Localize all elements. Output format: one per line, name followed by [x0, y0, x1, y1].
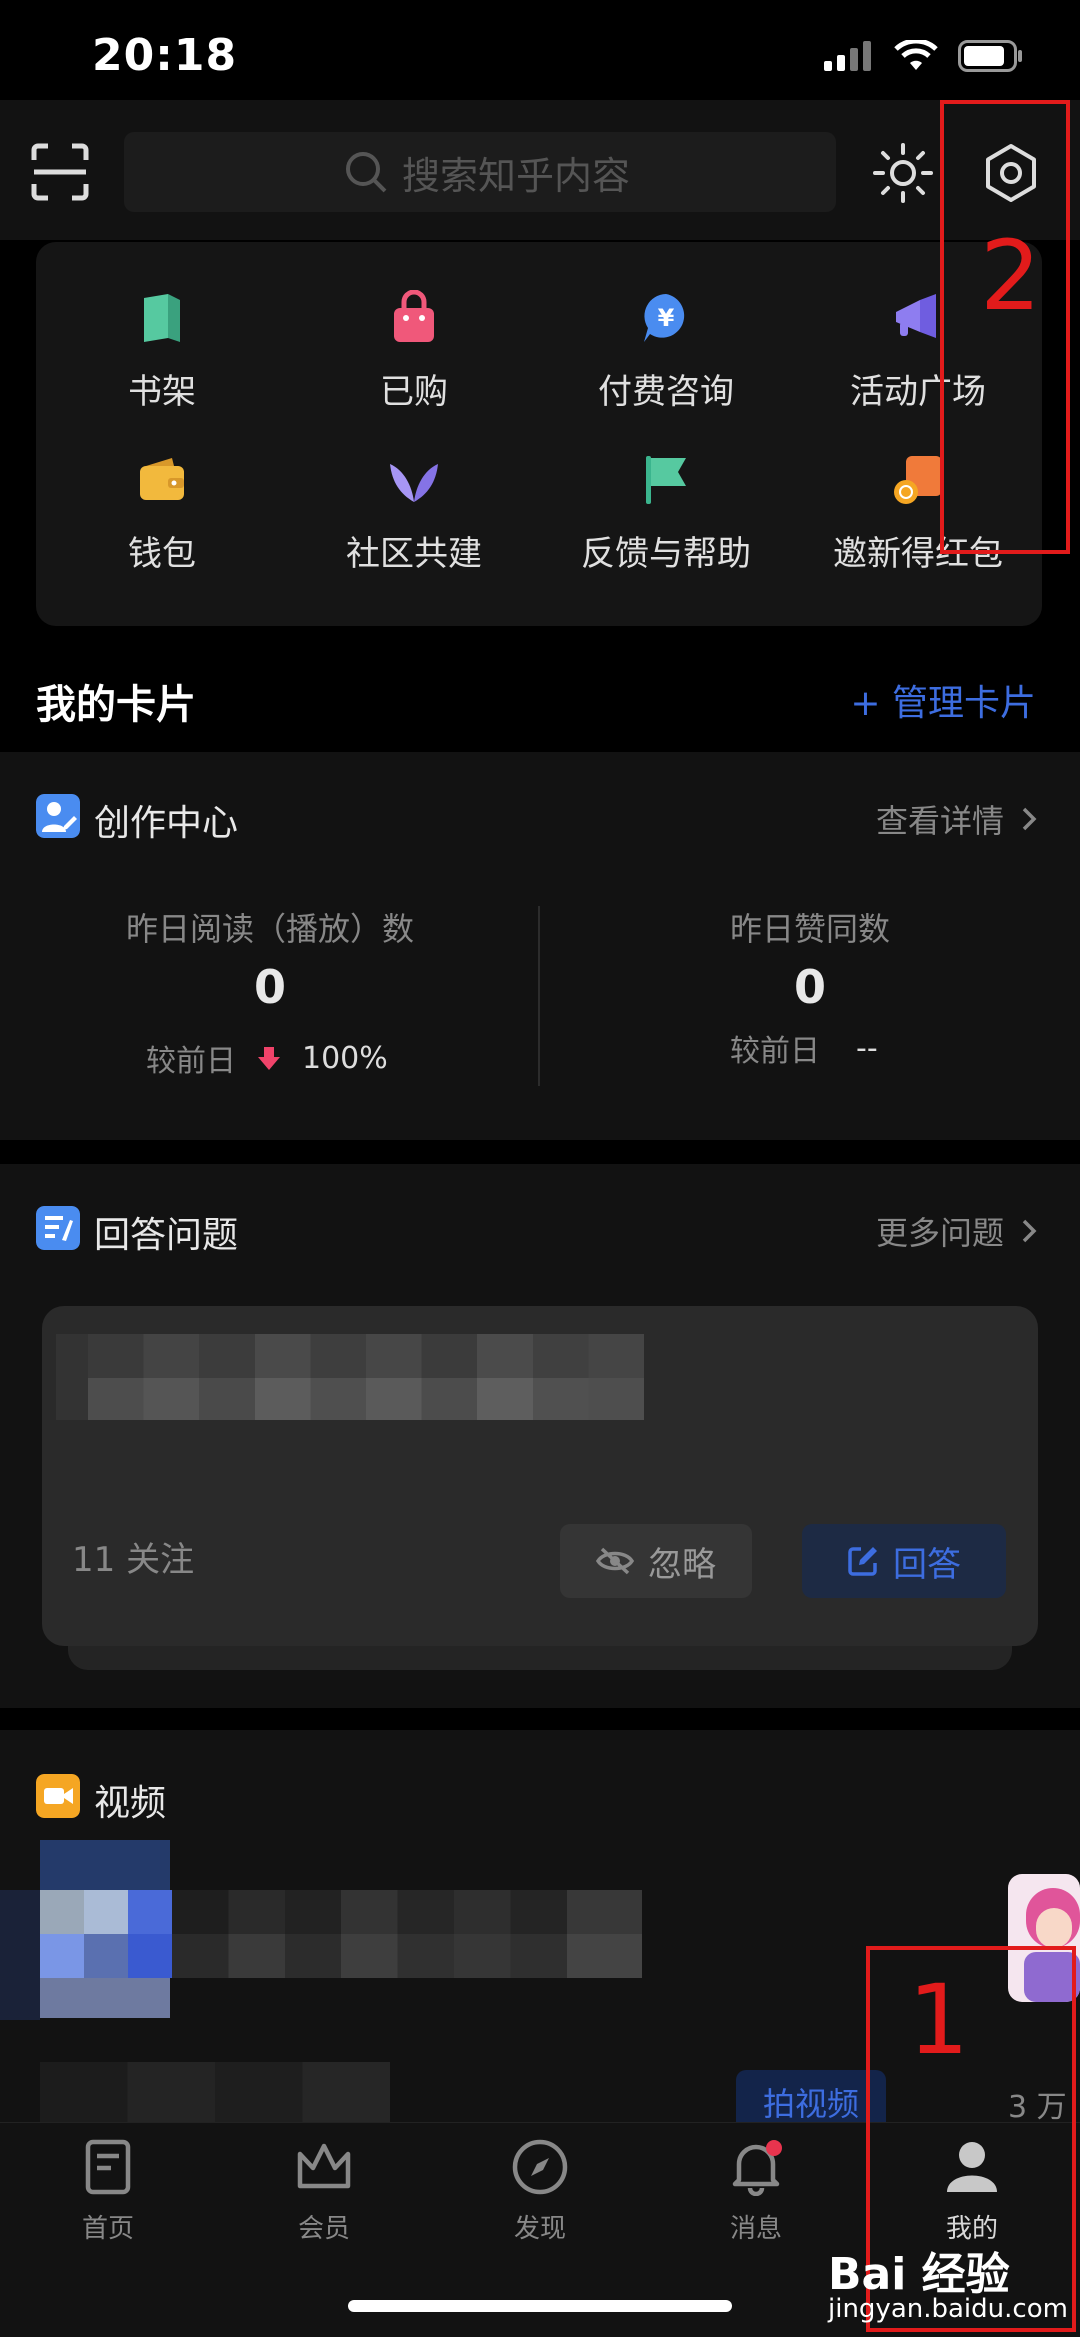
grid-label: 已购 [380, 372, 448, 412]
battery-icon [958, 40, 1022, 72]
bookshelf-icon [144, 294, 180, 342]
stat-divider [538, 906, 540, 1086]
scan-icon[interactable] [30, 142, 90, 202]
grid-item-purchased[interactable]: 已购 [288, 289, 540, 413]
status-time: 20:18 [92, 30, 238, 81]
sun-icon[interactable] [872, 142, 934, 204]
chevron-right-icon [1022, 807, 1037, 831]
compare-value: 100% [302, 1040, 388, 1076]
tab-messages[interactable]: 消息 [696, 2138, 816, 2245]
tab-label: 会员 [297, 2214, 350, 2244]
link-label: 更多问题 [875, 1214, 1004, 1252]
grid-item-feedback[interactable]: 反馈与帮助 [540, 452, 792, 575]
creation-center-title: 创作中心 [94, 803, 239, 844]
crown-icon [297, 2143, 351, 2189]
answer-icon [36, 1206, 80, 1250]
manage-cards-button[interactable]: + 管理卡片 [850, 674, 1036, 726]
annotation-number-2: 2 [980, 220, 1042, 332]
reads-value: 0 [253, 960, 286, 1014]
signal-icon [824, 41, 871, 71]
flag-icon [646, 456, 686, 504]
grid-item-wallet[interactable]: 钱包 [36, 452, 288, 575]
grid-label: 社区共建 [346, 534, 482, 574]
pixelated-video-caption [40, 2062, 390, 2122]
grid-item-community[interactable]: 社区共建 [288, 452, 540, 575]
grid-label: 书架 [128, 372, 196, 412]
reads-label: 昨日阅读（播放）数 [125, 910, 414, 948]
down-arrow-icon [258, 1047, 280, 1070]
compare-label: 较前日 [730, 1034, 820, 1069]
tab-vip[interactable]: 会员 [264, 2138, 384, 2245]
shopping-bag-icon [394, 289, 434, 342]
likes-compare: 较前日 -- [730, 1026, 878, 1070]
document-icon [85, 2139, 131, 2195]
search-input[interactable]: 搜索知乎内容 [124, 132, 836, 212]
tab-discover[interactable]: 发现 [480, 2138, 600, 2245]
status-icons [824, 40, 1024, 72]
red-packet-icon [894, 456, 942, 504]
watermark-url: jingyan.baidu.com [828, 2294, 1068, 2324]
compass-icon [512, 2139, 568, 2195]
answer-questions-title: 回答问题 [94, 1215, 239, 1256]
likes-label: 昨日赞同数 [729, 910, 890, 948]
my-cards-title: 我的卡片 [36, 682, 196, 728]
tab-label: 消息 [729, 2214, 782, 2244]
search-icon [346, 152, 387, 193]
likes-value: 0 [793, 960, 826, 1014]
question-followers: 11 关注 [72, 1540, 195, 1580]
grid-item-bookshelf[interactable]: 书架 [36, 290, 288, 413]
megaphone-icon [896, 294, 936, 338]
pixelated-video-content[interactable] [0, 1840, 650, 2020]
video-title: 视频 [94, 1783, 167, 1824]
answer-button[interactable]: 回答 [802, 1524, 1006, 1598]
reads-compare: 较前日 100% [146, 1036, 388, 1080]
bell-icon [732, 2140, 782, 2197]
video-icon [36, 1774, 80, 1818]
compare-value: -- [856, 1030, 878, 1066]
grid-label: 反馈与帮助 [581, 534, 751, 574]
watermark-logo: Bai 经验 [828, 2249, 1010, 2300]
search-placeholder: 搜索知乎内容 [402, 153, 631, 198]
svg-text:¥: ¥ [658, 304, 675, 332]
tab-home[interactable]: 首页 [48, 2138, 168, 2245]
compare-label: 较前日 [146, 1044, 236, 1079]
answer-label: 回答 [893, 1544, 961, 1585]
tab-label: 首页 [81, 2214, 134, 2244]
chevron-right-icon [1022, 1219, 1037, 1243]
annotation-number-1: 1 [908, 1964, 970, 2076]
creation-center-link[interactable]: 查看详情 [876, 796, 1038, 842]
yuan-bubble-icon: ¥ [644, 294, 685, 342]
ignore-label: 忽略 [648, 1544, 716, 1585]
link-label: 查看详情 [875, 802, 1004, 840]
tab-label: 发现 [513, 2214, 566, 2244]
grid-label: 付费咨询 [598, 372, 734, 412]
ignore-button[interactable]: 忽略 [560, 1524, 752, 1598]
grid-item-paid-consult[interactable]: ¥ 付费咨询 [540, 290, 792, 413]
home-indicator [348, 2300, 732, 2312]
edit-icon [848, 1547, 877, 1576]
creator-icon [36, 794, 80, 838]
more-questions-link[interactable]: 更多问题 [876, 1208, 1038, 1254]
wallet-icon [140, 458, 184, 500]
grid-label: 钱包 [128, 534, 196, 574]
sprout-icon [390, 464, 438, 502]
wifi-icon [894, 40, 938, 70]
eye-off-icon [596, 1547, 634, 1575]
